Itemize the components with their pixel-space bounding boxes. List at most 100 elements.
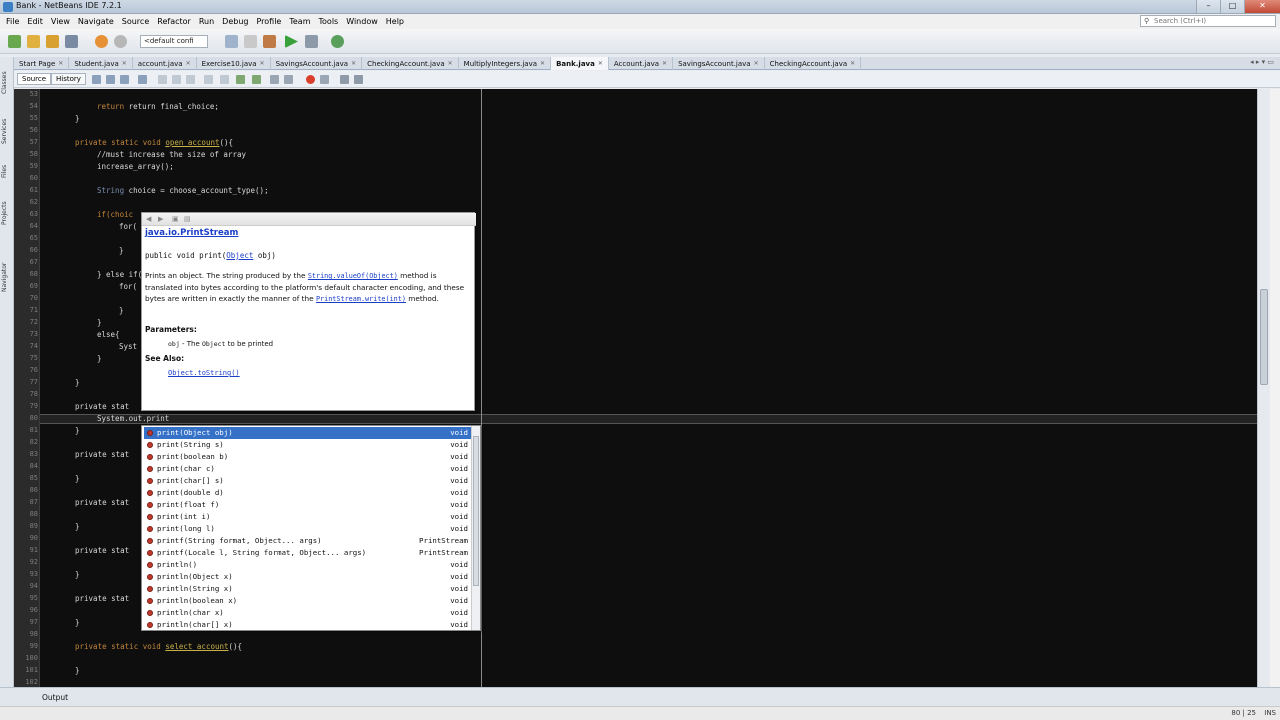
completion-item[interactable]: println() void <box>144 559 471 571</box>
maximize-button[interactable]: □ <box>1220 0 1244 13</box>
code-line-79-current[interactable]: System.out.print <box>97 414 169 423</box>
clean-build-icon[interactable] <box>263 35 276 48</box>
profile-icon[interactable] <box>331 35 344 48</box>
menu-edit[interactable]: Edit <box>23 17 47 26</box>
error-stripe[interactable] <box>1270 89 1280 687</box>
find-next-icon[interactable] <box>172 75 181 84</box>
tab-checking-account-2[interactable]: CheckingAccount.java ✕ <box>765 57 862 70</box>
uncomment-icon[interactable] <box>354 75 363 84</box>
tab-savings-account[interactable]: SavingsAccount.java ✕ <box>271 57 363 70</box>
completion-item[interactable]: print(Object obj) void <box>144 427 471 439</box>
side-tab-navigator[interactable]: Navigator <box>1 253 13 301</box>
debug-icon[interactable] <box>305 35 318 48</box>
new-project-icon[interactable] <box>8 35 21 48</box>
desc-link-write[interactable]: PrintStream.write(int) <box>316 295 406 303</box>
completion-item[interactable]: println(char[] x) void <box>144 619 471 631</box>
menu-file[interactable]: File <box>2 17 23 26</box>
editor-vertical-scrollbar[interactable] <box>1257 89 1270 687</box>
completion-item[interactable]: printf(Locale l, String format, Object..… <box>144 547 471 559</box>
menu-run[interactable]: Run <box>195 17 218 26</box>
completion-item[interactable]: print(char c) void <box>144 463 471 475</box>
run-icon[interactable] <box>285 35 298 48</box>
configuration-select[interactable]: <default confi <box>140 35 208 48</box>
desc-link-valueof[interactable]: String.valueOf(Object) <box>308 272 398 280</box>
close-tab-icon[interactable]: ✕ <box>754 58 759 70</box>
forward-arrow-icon[interactable]: ▶ <box>158 215 166 223</box>
save-all-icon[interactable] <box>65 35 78 48</box>
close-tab-icon[interactable]: ✕ <box>260 58 265 70</box>
tab-account-lower[interactable]: account.java ✕ <box>133 57 197 70</box>
close-tab-icon[interactable]: ✕ <box>122 58 127 70</box>
scrollbar-thumb[interactable] <box>1260 289 1268 385</box>
minimize-button[interactable]: – <box>1196 0 1220 13</box>
completion-item[interactable]: print(String s) void <box>144 439 471 451</box>
scrollbar-thumb[interactable] <box>473 436 479 586</box>
build-icon[interactable] <box>244 35 257 48</box>
new-file-icon[interactable] <box>27 35 40 48</box>
stop-macro-icon[interactable] <box>320 75 329 84</box>
line-number-gutter[interactable]: 53 54 55 56 57 58 59 60 61 62 63 64 65 66 67 68 69 70 71 72… <box>14 89 40 687</box>
last-edit-icon[interactable] <box>92 75 101 84</box>
quick-search[interactable]: ⚲ <box>1140 15 1276 27</box>
tab-multiply-integers[interactable]: MultiplyIntegers.java ✕ <box>459 57 552 70</box>
source-view-button[interactable]: Source <box>17 73 52 85</box>
close-tab-icon[interactable]: ✕ <box>598 58 603 70</box>
side-tab-projects[interactable]: Projects <box>1 191 13 235</box>
comment-icon[interactable] <box>340 75 349 84</box>
tab-exercise10[interactable]: Exercise10.java ✕ <box>197 57 271 70</box>
close-button[interactable]: ✕ <box>1244 0 1280 13</box>
history-view-button[interactable]: History <box>51 73 86 85</box>
forward-icon[interactable] <box>120 75 129 84</box>
undo-icon[interactable] <box>95 35 108 48</box>
open-project-icon[interactable] <box>46 35 59 48</box>
find-previous-icon[interactable] <box>158 75 167 84</box>
redo-icon[interactable] <box>114 35 127 48</box>
open-in-browser-icon[interactable]: ▣ <box>172 215 180 223</box>
completion-item[interactable]: print(int i) void <box>144 511 471 523</box>
completion-item[interactable]: print(char[] s) void <box>144 475 471 487</box>
menu-window[interactable]: Window <box>342 17 382 26</box>
menu-refactor[interactable]: Refactor <box>153 17 195 26</box>
menu-help[interactable]: Help <box>382 17 408 26</box>
output-tab[interactable]: Output <box>28 691 74 704</box>
close-tab-icon[interactable]: ✕ <box>186 58 191 70</box>
shift-right-icon[interactable] <box>284 75 293 84</box>
tab-bank[interactable]: Bank.java ✕ <box>551 57 609 70</box>
close-tab-icon[interactable]: ✕ <box>850 58 855 70</box>
tab-scroll-arrows-icon[interactable]: ◂ ▸ ▾ ▭ <box>1250 58 1274 66</box>
completion-item[interactable]: println(String x) void <box>144 583 471 595</box>
side-tab-classes[interactable]: Classes <box>1 63 13 103</box>
tab-account[interactable]: Account.java ✕ <box>609 57 674 70</box>
toggle-highlight-icon[interactable] <box>186 75 195 84</box>
sig-type-link[interactable]: Object <box>226 251 253 260</box>
close-tab-icon[interactable]: ✕ <box>351 58 356 70</box>
find-icon[interactable] <box>138 75 147 84</box>
menu-profile[interactable]: Profile <box>252 17 285 26</box>
completion-item[interactable]: println(boolean x) void <box>144 595 471 607</box>
show-source-icon[interactable]: ▤ <box>184 215 192 223</box>
code-completion-popup[interactable]: print(Object obj) void print(String s) void… <box>141 425 481 631</box>
completion-item[interactable]: print(double d) void <box>144 487 471 499</box>
menu-source[interactable]: Source <box>118 17 153 26</box>
menu-debug[interactable]: Debug <box>218 17 252 26</box>
menu-team[interactable]: Team <box>285 17 314 26</box>
back-icon[interactable] <box>106 75 115 84</box>
menu-navigate[interactable]: Navigate <box>74 17 118 26</box>
javadoc-class-link[interactable]: java.io.PrintStream <box>145 228 238 238</box>
completion-item[interactable]: println(char x) void <box>144 607 471 619</box>
toggle-bookmark-icon[interactable] <box>252 75 261 84</box>
side-tab-files[interactable]: Files <box>1 157 13 185</box>
set-config-icon[interactable] <box>225 35 238 48</box>
back-arrow-icon[interactable]: ◀ <box>146 215 154 223</box>
completion-item[interactable]: print(boolean b) void <box>144 451 471 463</box>
completion-scrollbar[interactable] <box>471 426 480 630</box>
search-input[interactable] <box>1154 16 1272 26</box>
shift-left-icon[interactable] <box>270 75 279 84</box>
start-macro-icon[interactable] <box>306 75 315 84</box>
completion-item[interactable]: print(float f) void <box>144 499 471 511</box>
toggle-rect-select-icon[interactable] <box>204 75 213 84</box>
tab-start-page[interactable]: Start Page ✕ <box>14 57 70 70</box>
tab-student[interactable]: Student.java ✕ <box>69 57 133 70</box>
previous-bookmark-icon[interactable] <box>220 75 229 84</box>
next-bookmark-icon[interactable] <box>236 75 245 84</box>
